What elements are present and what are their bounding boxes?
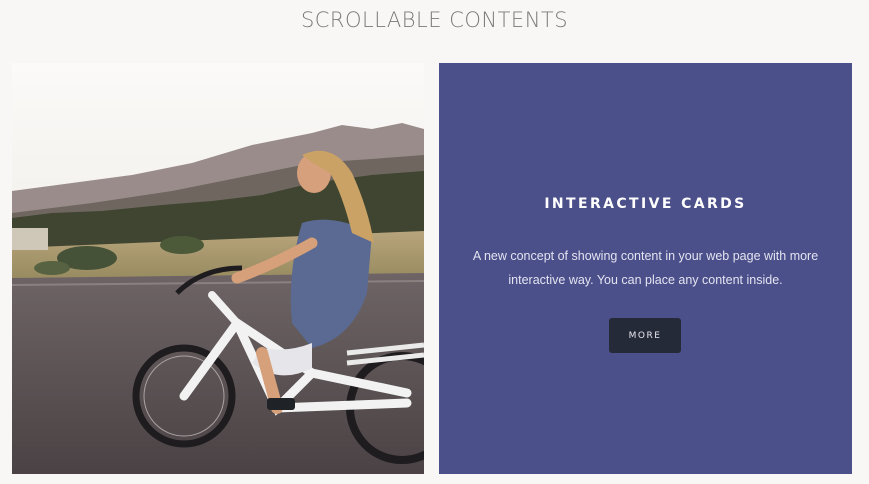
bicycle-rider-photo: [12, 63, 424, 474]
card-title: INTERACTIVE CARDS: [544, 196, 747, 212]
photo-card: [12, 63, 424, 474]
interactive-card: INTERACTIVE CARDS A new concept of showi…: [439, 63, 852, 474]
card-description: A new concept of showing content in your…: [472, 249, 819, 287]
more-button[interactable]: MORE: [609, 318, 681, 353]
page-title: SCROLLABLE CONTENTS: [300, 8, 569, 32]
